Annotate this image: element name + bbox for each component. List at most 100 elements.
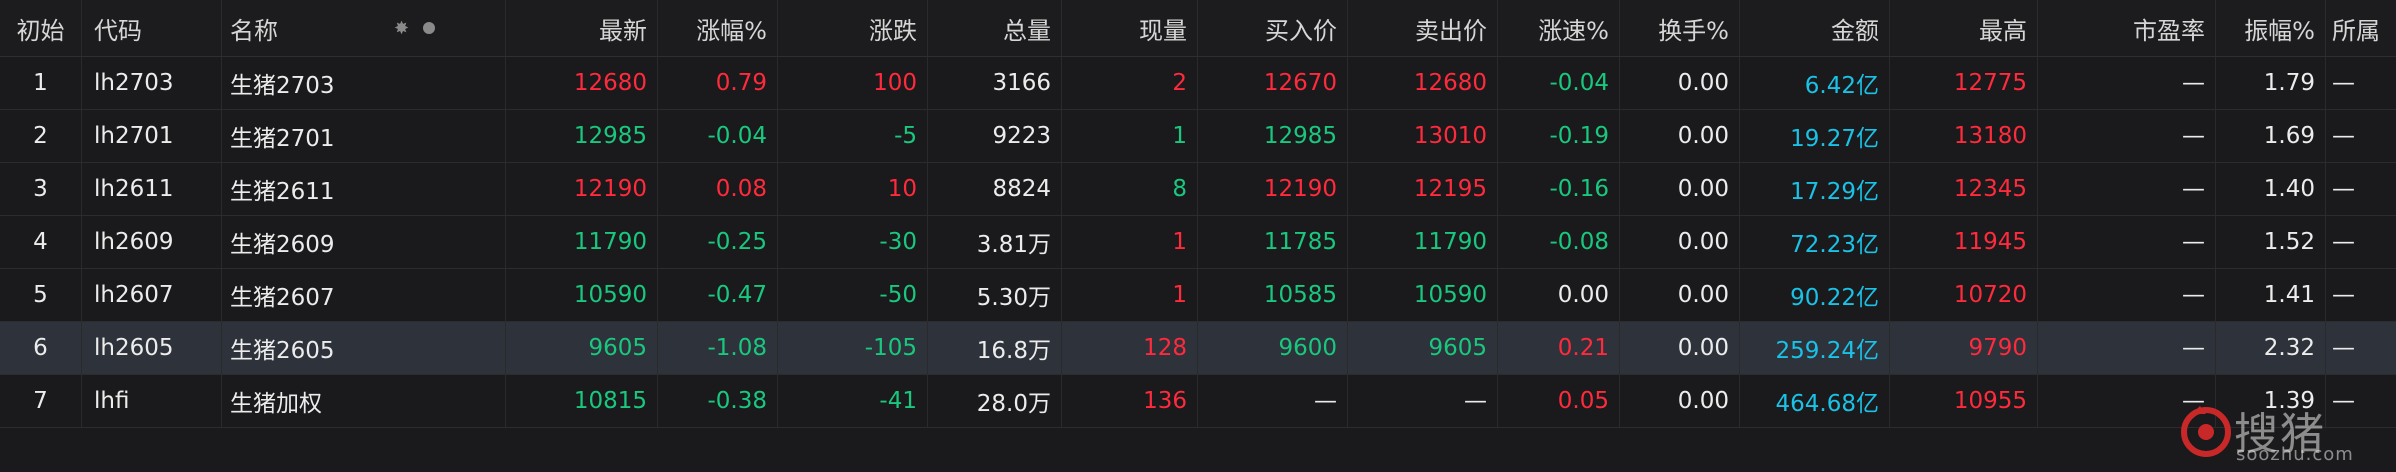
row-turnover: 0.00 bbox=[1620, 110, 1740, 162]
header-pe[interactable]: 市盈率 bbox=[2038, 0, 2216, 56]
table-row[interactable]: 5 lh2607 生猪2607 10590 -0.47 -50 5.30万 1 … bbox=[0, 269, 2396, 322]
row-amplitude: 1.41 bbox=[2216, 269, 2326, 321]
row-pct: -0.47 bbox=[658, 269, 778, 321]
row-pe: — bbox=[2038, 57, 2216, 109]
row-last: 10815 bbox=[506, 375, 658, 427]
row-amount: 17.29亿 bbox=[1740, 163, 1890, 215]
table-row[interactable]: 3 lh2611 生猪2611 12190 0.08 10 8824 8 121… bbox=[0, 163, 2396, 216]
row-current-volume: 136 bbox=[1062, 375, 1198, 427]
row-pct: -1.08 bbox=[658, 322, 778, 374]
row-ask: 12680 bbox=[1348, 57, 1498, 109]
row-sector: — bbox=[2332, 335, 2355, 361]
row-index: 5 bbox=[0, 269, 82, 321]
row-current-volume: 1 bbox=[1062, 269, 1198, 321]
row-speed: -0.16 bbox=[1498, 163, 1620, 215]
row-volume: 9223 bbox=[928, 110, 1062, 162]
row-ask: 9605 bbox=[1348, 322, 1498, 374]
header-last[interactable]: 最新 bbox=[506, 0, 658, 56]
row-high: 11945 bbox=[1890, 216, 2038, 268]
row-name: 生猪2607 bbox=[222, 269, 506, 321]
row-volume: 16.8万 bbox=[928, 322, 1062, 374]
row-sector: — bbox=[2332, 176, 2355, 202]
row-speed: 0.21 bbox=[1498, 322, 1620, 374]
row-amplitude: 1.52 bbox=[2216, 216, 2326, 268]
row-change: 100 bbox=[778, 57, 928, 109]
row-turnover: 0.00 bbox=[1620, 375, 1740, 427]
row-ask: 11790 bbox=[1348, 216, 1498, 268]
row-code: lhfi bbox=[82, 375, 222, 427]
row-speed: 0.05 bbox=[1498, 375, 1620, 427]
row-amplitude: 1.39 bbox=[2216, 375, 2326, 427]
row-last: 12680 bbox=[506, 57, 658, 109]
row-pe: — bbox=[2038, 216, 2216, 268]
row-bid: — bbox=[1198, 375, 1348, 427]
header-icons: ✸ bbox=[394, 0, 436, 56]
row-high: 12775 bbox=[1890, 57, 2038, 109]
header-volume[interactable]: 总量 bbox=[928, 0, 1062, 56]
row-pe: — bbox=[2038, 163, 2216, 215]
row-sector: — bbox=[2332, 388, 2355, 414]
row-pe: — bbox=[2038, 269, 2216, 321]
row-index: 3 bbox=[0, 163, 82, 215]
header-ask[interactable]: 卖出价 bbox=[1348, 0, 1498, 56]
header-amplitude[interactable]: 振幅% bbox=[2216, 0, 2326, 56]
row-current-volume: 8 bbox=[1062, 163, 1198, 215]
header-code[interactable]: 代码 bbox=[82, 0, 222, 56]
row-code: lh2703 bbox=[82, 57, 222, 109]
row-pct: 0.79 bbox=[658, 57, 778, 109]
row-current-volume: 1 bbox=[1062, 216, 1198, 268]
row-amount: 72.23亿 bbox=[1740, 216, 1890, 268]
row-bid: 9600 bbox=[1198, 322, 1348, 374]
row-turnover: 0.00 bbox=[1620, 216, 1740, 268]
row-code: lh2607 bbox=[82, 269, 222, 321]
watermark-url: soozhu.com bbox=[2236, 444, 2354, 465]
row-index: 6 bbox=[0, 322, 82, 374]
header-speed[interactable]: 涨速% bbox=[1498, 0, 1620, 56]
row-sector: — bbox=[2332, 123, 2355, 149]
header-change[interactable]: 涨跌 bbox=[778, 0, 928, 56]
row-pe: — bbox=[2038, 375, 2216, 427]
row-high: 10955 bbox=[1890, 375, 2038, 427]
table-row[interactable]: 7 lhfi 生猪加权 10815 -0.38 -41 28.0万 136 — … bbox=[0, 375, 2396, 428]
dot-icon[interactable] bbox=[423, 22, 436, 34]
row-bid: 12670 bbox=[1198, 57, 1348, 109]
header-name[interactable]: 名称 bbox=[222, 0, 506, 56]
table-row[interactable]: 2 lh2701 生猪2701 12985 -0.04 -5 9223 1 12… bbox=[0, 110, 2396, 163]
row-pe: — bbox=[2038, 110, 2216, 162]
header-pct[interactable]: 涨幅% bbox=[658, 0, 778, 56]
header-amount[interactable]: 金额 bbox=[1740, 0, 1890, 56]
row-speed: 0.00 bbox=[1498, 269, 1620, 321]
row-name: 生猪2609 bbox=[222, 216, 506, 268]
row-last: 11790 bbox=[506, 216, 658, 268]
row-high: 12345 bbox=[1890, 163, 2038, 215]
row-name: 生猪加权 bbox=[222, 375, 506, 427]
gear-icon[interactable]: ✸ bbox=[394, 18, 409, 39]
row-code: lh2611 bbox=[82, 163, 222, 215]
header-index[interactable]: 初始 bbox=[0, 0, 82, 56]
row-name: 生猪2611 bbox=[222, 163, 506, 215]
header-high[interactable]: 最高 bbox=[1890, 0, 2038, 56]
table-row-selected[interactable]: 6 lh2605 生猪2605 9605 -1.08 -105 16.8万 12… bbox=[0, 322, 2396, 375]
row-speed: -0.19 bbox=[1498, 110, 1620, 162]
row-sector: — bbox=[2332, 70, 2355, 96]
row-high: 9790 bbox=[1890, 322, 2038, 374]
row-ask: 10590 bbox=[1348, 269, 1498, 321]
row-amount: 90.22亿 bbox=[1740, 269, 1890, 321]
row-amount: 6.42亿 bbox=[1740, 57, 1890, 109]
row-amplitude: 1.79 bbox=[2216, 57, 2326, 109]
header-sector[interactable]: 所属 bbox=[2326, 0, 2396, 56]
table-row[interactable]: 4 lh2609 生猪2609 11790 -0.25 -30 3.81万 1 … bbox=[0, 216, 2396, 269]
row-name: 生猪2605 bbox=[222, 322, 506, 374]
header-bid[interactable]: 买入价 bbox=[1198, 0, 1348, 56]
row-ask: — bbox=[1348, 375, 1498, 427]
row-sector: — bbox=[2332, 229, 2355, 255]
table-header: 初始 代码 名称 最新 涨幅% 涨跌 总量 现量 买入价 卖出价 涨速% 换手%… bbox=[0, 0, 2396, 57]
header-current-volume[interactable]: 现量 bbox=[1062, 0, 1198, 56]
row-speed: -0.08 bbox=[1498, 216, 1620, 268]
row-code: lh2701 bbox=[82, 110, 222, 162]
row-volume: 3166 bbox=[928, 57, 1062, 109]
row-name: 生猪2701 bbox=[222, 110, 506, 162]
table-row[interactable]: 1 lh2703 生猪2703 12680 0.79 100 3166 2 12… bbox=[0, 57, 2396, 110]
header-turnover[interactable]: 换手% bbox=[1620, 0, 1740, 56]
row-index: 1 bbox=[0, 57, 82, 109]
